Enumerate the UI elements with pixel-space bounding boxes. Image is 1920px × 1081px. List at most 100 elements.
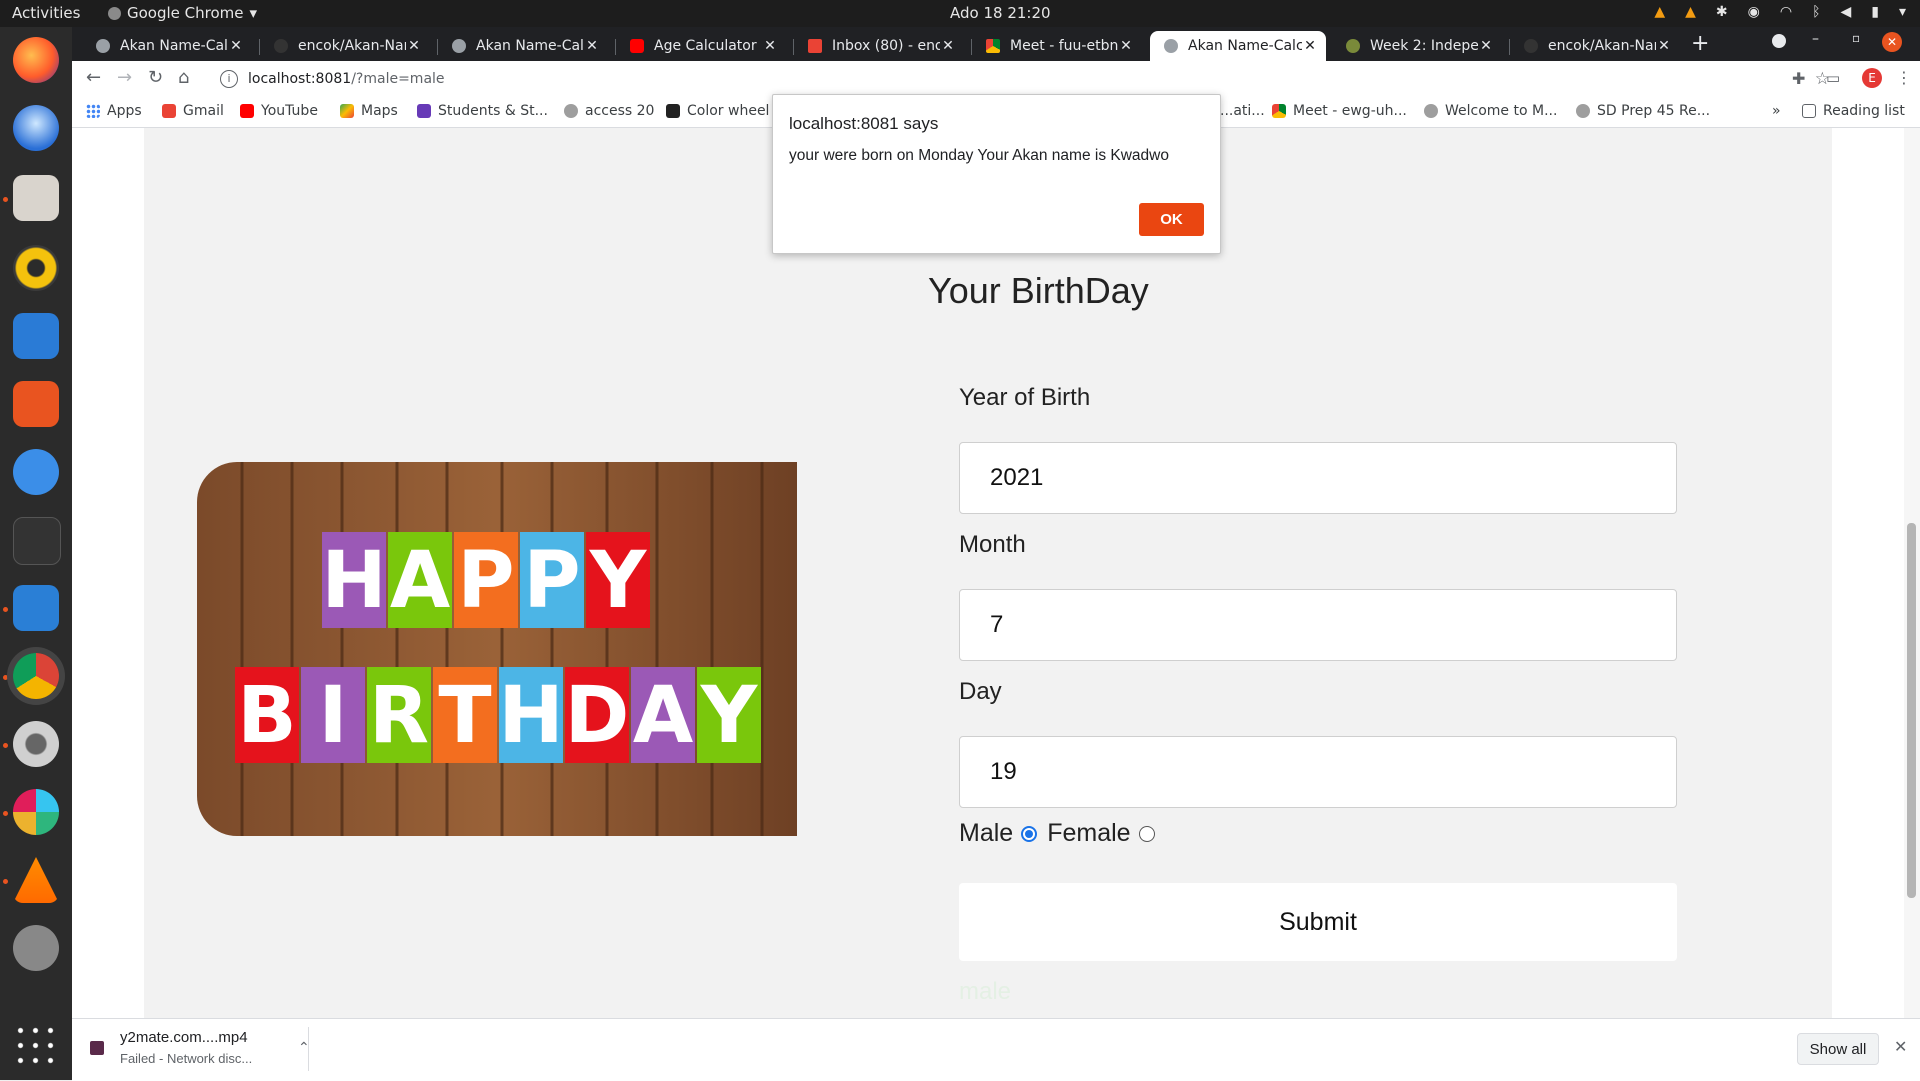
avatar[interactable]: E — [1862, 68, 1882, 88]
year-input[interactable] — [959, 442, 1677, 514]
whatsapp-tray-icon[interactable]: ◉ — [1748, 4, 1760, 20]
running-indicator — [3, 675, 8, 680]
tab[interactable]: encok/Akan-Nam ✕ — [1510, 31, 1680, 61]
reload-icon[interactable]: ↻ — [148, 67, 163, 88]
show-all-button[interactable]: Show all — [1797, 1033, 1879, 1065]
close-icon[interactable]: ✕ — [1118, 38, 1134, 54]
scrollbar-thumb[interactable] — [1907, 523, 1916, 898]
vlc-tray-icon-2[interactable]: ▲ — [1685, 4, 1696, 20]
close-icon[interactable]: ✕ — [406, 38, 422, 54]
info-icon[interactable]: i — [220, 70, 238, 88]
male-radio[interactable] — [1021, 825, 1038, 842]
female-radio[interactable] — [1138, 825, 1155, 842]
tab-label: encok/Akan-Nam — [1548, 38, 1656, 54]
system-tray[interactable]: ▲ ▲ ✱ ◉ ◠ ᛒ ◀ ▮ ▾ — [1654, 4, 1906, 20]
vlc-tray-icon[interactable]: ▲ — [1654, 4, 1665, 20]
page-title: Your BirthDay — [928, 270, 1149, 311]
tab[interactable]: Meet - fuu-etbn- ✕ — [972, 31, 1142, 61]
gender-group: Male Female — [959, 819, 1165, 848]
home-icon[interactable]: ⌂ — [178, 67, 189, 88]
extensions-icon[interactable]: ✚ — [1792, 69, 1805, 88]
system-top-bar: Activities Google Chrome ▾ Ado 18 21:20 … — [0, 0, 1920, 27]
forward-icon[interactable]: → — [117, 67, 132, 88]
close-icon[interactable]: ✕ — [1656, 38, 1672, 54]
minimize-icon[interactable]: – — [1812, 31, 1819, 47]
writer-icon[interactable] — [13, 313, 59, 359]
reading-list[interactable]: Reading list — [1802, 103, 1905, 119]
more-bookmarks-icon[interactable]: » — [1772, 103, 1781, 119]
slack-tray-icon[interactable]: ✱ — [1716, 4, 1728, 20]
software-center-icon[interactable] — [13, 381, 59, 427]
app-menu[interactable]: Google Chrome ▾ — [108, 4, 257, 22]
bookmark-welcome[interactable]: Welcome to M... — [1424, 103, 1557, 119]
day-input[interactable] — [959, 736, 1677, 808]
color-wheel-icon — [666, 104, 680, 118]
running-indicator — [3, 743, 8, 748]
close-icon[interactable]: ✕ — [1302, 38, 1318, 54]
activities-button[interactable]: Activities — [12, 4, 80, 22]
close-icon[interactable]: ✕ — [584, 38, 600, 54]
bookmark-gmail[interactable]: Gmail — [162, 103, 224, 119]
menu-icon[interactable]: ⋮ — [1896, 68, 1912, 87]
bookmark-maps[interactable]: Maps — [340, 103, 398, 119]
files-icon[interactable] — [13, 175, 59, 221]
month-input[interactable] — [959, 589, 1677, 661]
vscode-icon[interactable] — [13, 585, 59, 631]
tab[interactable]: Week 2: Indepen ✕ — [1332, 31, 1502, 61]
wifi-icon[interactable]: ◠ — [1780, 4, 1792, 20]
cast-icon[interactable]: ▭ — [1826, 69, 1840, 87]
settings-icon[interactable] — [13, 721, 59, 767]
tree-icon — [1576, 104, 1590, 118]
bookmark-apps[interactable]: Apps — [86, 103, 142, 119]
address-bar[interactable]: i localhost:8081 /?male=male ☆ — [212, 64, 1842, 94]
rhythmbox-icon[interactable] — [13, 245, 59, 291]
bookmark-color-wheel[interactable]: Color wheel — [666, 103, 769, 119]
thunderbird-icon[interactable] — [13, 105, 59, 151]
chevron-down-icon[interactable]: ▾ — [1899, 4, 1906, 20]
close-icon[interactable]: ✕ — [228, 38, 244, 54]
vlc-icon[interactable] — [13, 857, 59, 903]
ok-button[interactable]: OK — [1139, 203, 1204, 236]
tab[interactable]: encok/Akan-Nam ✕ — [260, 31, 430, 61]
slack-icon[interactable] — [13, 789, 59, 835]
tab[interactable]: Akan Name-Calc ✕ — [438, 31, 608, 61]
chrome-icon[interactable] — [13, 653, 59, 699]
bookmark-access[interactable]: access 20 — [564, 103, 654, 119]
close-icon[interactable]: ✕ — [762, 38, 778, 54]
youtube-icon — [240, 104, 254, 118]
terminal-icon[interactable] — [13, 517, 61, 565]
volume-icon[interactable]: ◀ — [1840, 4, 1851, 20]
restore-icon[interactable]: ▫ — [1852, 31, 1860, 45]
tab[interactable]: Akan Name-Calc ✕ — [82, 31, 252, 61]
battery-icon[interactable]: ▮ — [1871, 4, 1879, 20]
bookmark-label: Meet - ewg-uh... — [1293, 103, 1407, 119]
dock — [0, 27, 72, 1080]
back-icon[interactable]: ← — [86, 67, 101, 88]
letter-glyph: H — [498, 671, 563, 761]
tab-active[interactable]: Akan Name-Calc ✕ — [1150, 31, 1326, 61]
close-icon[interactable]: ✕ — [1894, 1037, 1907, 1057]
show-applications-icon[interactable] — [13, 1023, 59, 1069]
submit-button[interactable]: Submit — [959, 883, 1677, 961]
software-updater-icon[interactable] — [13, 925, 59, 971]
year-label: Year of Birth — [959, 384, 1091, 411]
tab-label: Age Calculator | — [654, 38, 762, 54]
firefox-icon[interactable] — [13, 37, 59, 83]
bookmark-students[interactable]: Students & St... — [417, 103, 548, 119]
bluetooth-icon[interactable]: ᛒ — [1812, 4, 1820, 20]
close-icon[interactable]: ✕ — [1478, 38, 1494, 54]
bookmark-meet[interactable]: Meet - ewg-uh... — [1272, 103, 1407, 119]
download-item[interactable]: y2mate.com....mp4 Failed - Network disc.… — [90, 1029, 320, 1071]
clock[interactable]: Ado 18 21:20 — [950, 4, 1051, 22]
bookmark-sd-prep[interactable]: SD Prep 45 Re... — [1576, 103, 1710, 119]
help-icon[interactable] — [13, 449, 59, 495]
bookmark-youtube[interactable]: YouTube — [240, 103, 318, 119]
tab[interactable]: Age Calculator | ✕ — [616, 31, 786, 61]
new-tab-icon[interactable]: + — [1691, 31, 1709, 56]
close-icon[interactable]: ✕ — [940, 38, 956, 54]
close-window-icon[interactable]: ✕ — [1882, 32, 1902, 52]
tab[interactable]: Inbox (80) - enoc ✕ — [794, 31, 964, 61]
tab-search-icon[interactable] — [1772, 34, 1786, 48]
letter-glyph: Y — [589, 536, 648, 626]
bookmark-hidden[interactable]: ...ati... — [1220, 103, 1265, 119]
